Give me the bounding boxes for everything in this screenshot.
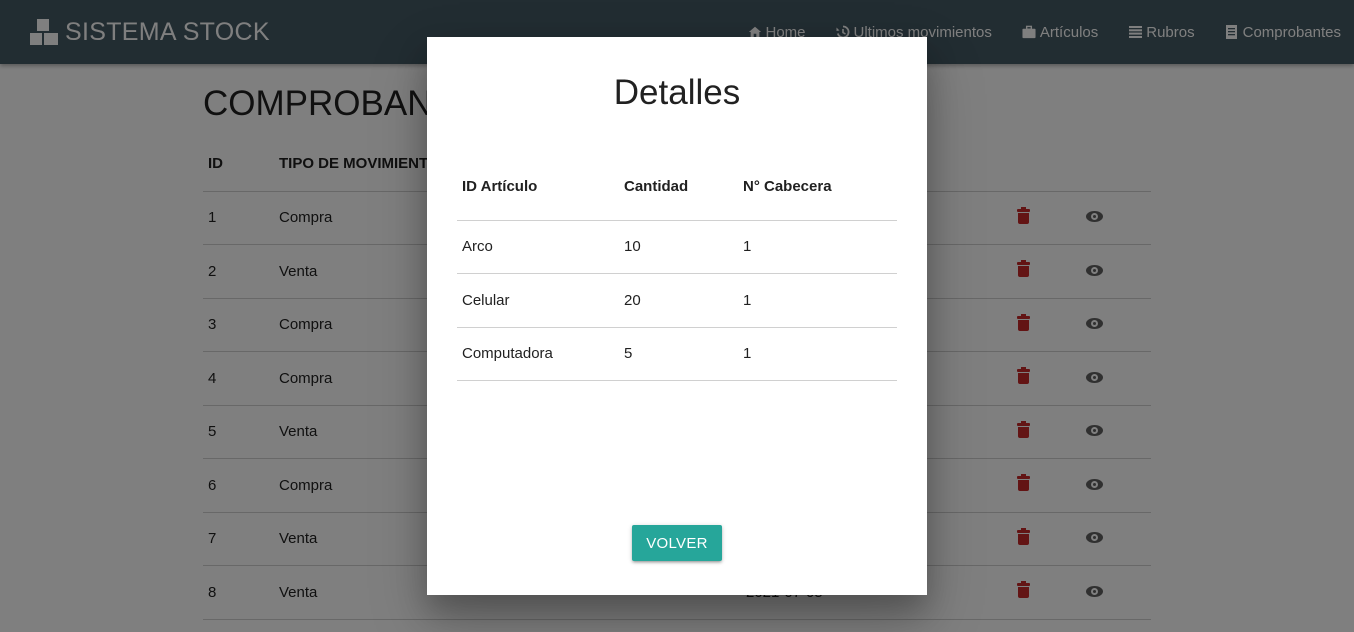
cell-articulo: Computadora [457, 327, 619, 381]
modal-title: Detalles [613, 73, 741, 112]
cell-cantidad: 10 [619, 220, 738, 274]
cell-cabecera: 1 [738, 220, 897, 274]
column-header-cantidad: Cantidad [619, 164, 738, 221]
cell-cabecera: 1 [738, 273, 897, 328]
cell-articulo: Arco [457, 220, 619, 274]
cell-cabecera: 1 [738, 327, 897, 381]
details-header-row: ID Artículo Cantidad N° Cabecera [457, 164, 897, 221]
table-row: Celular 20 1 [457, 273, 897, 328]
details-table: ID Artículo Cantidad N° Cabecera Arco 10… [457, 164, 897, 381]
table-row: Arco 10 1 [457, 220, 897, 274]
volver-button[interactable]: VOLVER [632, 525, 722, 561]
details-modal: Detalles ID Artículo Cantidad N° Cabecer… [427, 37, 927, 595]
cell-articulo: Celular [457, 273, 619, 328]
cell-cantidad: 5 [619, 327, 738, 381]
column-header-cabecera: N° Cabecera [738, 164, 897, 221]
cell-cantidad: 20 [619, 273, 738, 328]
table-row: Computadora 5 1 [457, 327, 897, 381]
column-header-articulo: ID Artículo [457, 164, 619, 221]
